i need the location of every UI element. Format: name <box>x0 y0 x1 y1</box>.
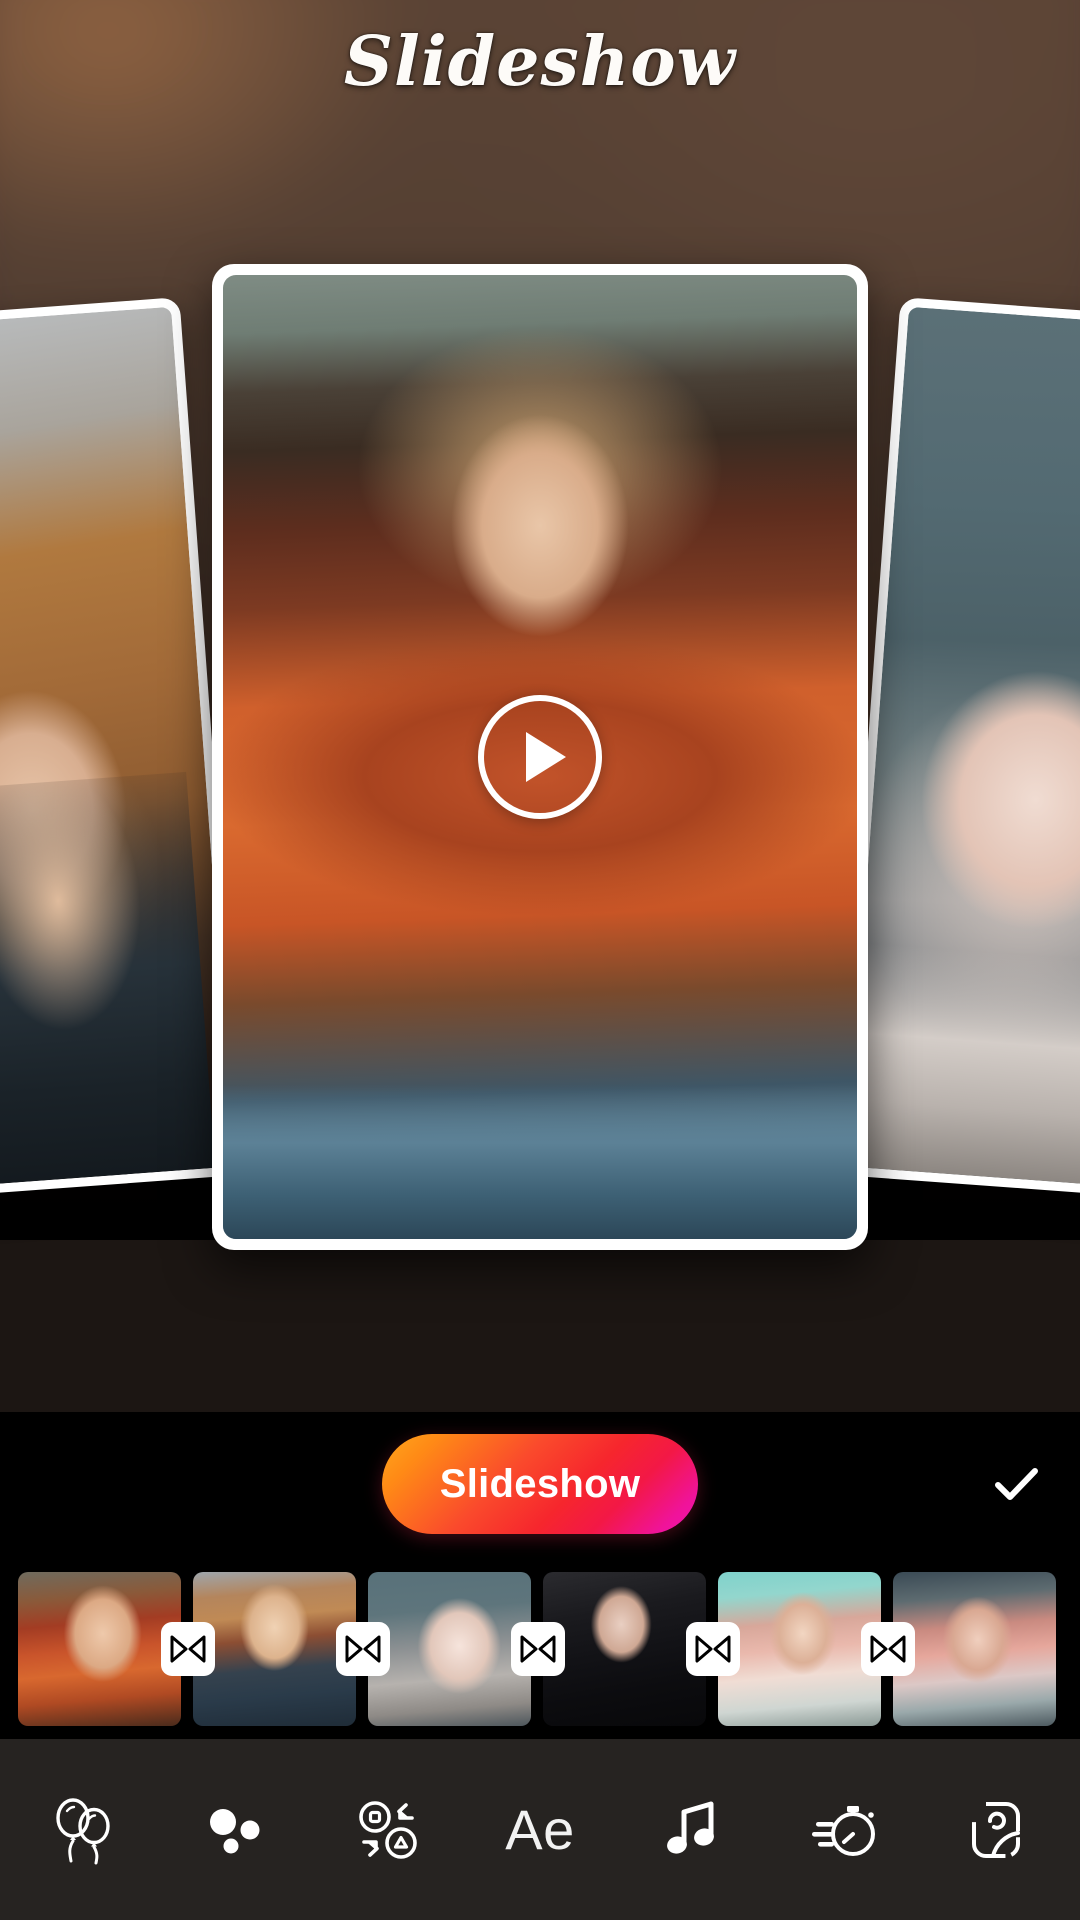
balloons-icon <box>56 1797 110 1864</box>
clip-thumbnail-image <box>193 1572 356 1726</box>
slide-right[interactable] <box>836 297 1080 1199</box>
tool-text[interactable]: Ae <box>480 1770 600 1890</box>
transition-swap-icon <box>359 1800 417 1859</box>
clip-thumbnail[interactable] <box>718 1572 881 1726</box>
transition-button[interactable] <box>511 1622 565 1676</box>
transition-button[interactable] <box>336 1622 390 1676</box>
tool-stickers[interactable] <box>24 1770 144 1890</box>
clip-thumbnail-image <box>18 1572 181 1726</box>
transition-button[interactable] <box>686 1622 740 1676</box>
clip-filmstrip[interactable] <box>0 1560 1080 1738</box>
tool-speed[interactable] <box>784 1770 904 1890</box>
tool-music[interactable] <box>632 1770 752 1890</box>
bowtie-transition-icon <box>520 1635 556 1663</box>
bowtie-transition-icon <box>170 1635 206 1663</box>
tool-transition[interactable] <box>328 1770 448 1890</box>
text-ae-icon: Ae <box>505 1798 575 1861</box>
slide-left-frame <box>0 306 235 1190</box>
bowtie-transition-icon <box>870 1635 906 1663</box>
slide-center[interactable] <box>212 264 868 1250</box>
play-icon <box>525 732 566 782</box>
slide-left[interactable] <box>0 297 244 1199</box>
canvas-photo-icon <box>972 1801 1020 1858</box>
action-bar: Slideshow <box>0 1412 1080 1560</box>
clip-thumbnail[interactable] <box>368 1572 531 1726</box>
check-icon <box>995 1468 1038 1500</box>
page-title: Slideshow <box>343 22 737 102</box>
clip-thumbnail-image <box>368 1572 531 1726</box>
tool-canvas[interactable] <box>936 1770 1056 1890</box>
bowtie-transition-icon <box>345 1635 381 1663</box>
slide-carousel <box>0 264 1080 1270</box>
clip-thumbnail-image <box>543 1572 706 1726</box>
transition-button[interactable] <box>161 1622 215 1676</box>
bottom-toolbar: Ae <box>0 1738 1080 1920</box>
clip-thumbnail-image <box>718 1572 881 1726</box>
clip-thumbnail-image <box>893 1572 1056 1726</box>
confirm-button[interactable] <box>982 1450 1050 1518</box>
bowtie-transition-icon <box>695 1635 731 1663</box>
slide-left-photo <box>0 306 235 1190</box>
bokeh-dots-icon <box>210 1808 260 1853</box>
slideshow-button[interactable]: Slideshow <box>382 1434 698 1534</box>
slide-center-frame <box>223 275 857 1239</box>
clip-thumbnail[interactable] <box>18 1572 181 1726</box>
slide-right-photo <box>845 306 1080 1190</box>
clip-thumbnail[interactable] <box>543 1572 706 1726</box>
transition-button[interactable] <box>861 1622 915 1676</box>
clip-thumbnail[interactable] <box>893 1572 1056 1726</box>
slide-right-frame <box>845 306 1080 1190</box>
slideshow-editor-screen: Slideshow Slideshow Ae <box>0 0 1080 1920</box>
play-button[interactable] <box>478 695 602 819</box>
speed-stopwatch-icon <box>812 1805 875 1856</box>
tool-effects[interactable] <box>176 1770 296 1890</box>
clip-thumbnail[interactable] <box>193 1572 356 1726</box>
music-note-icon <box>667 1801 714 1854</box>
